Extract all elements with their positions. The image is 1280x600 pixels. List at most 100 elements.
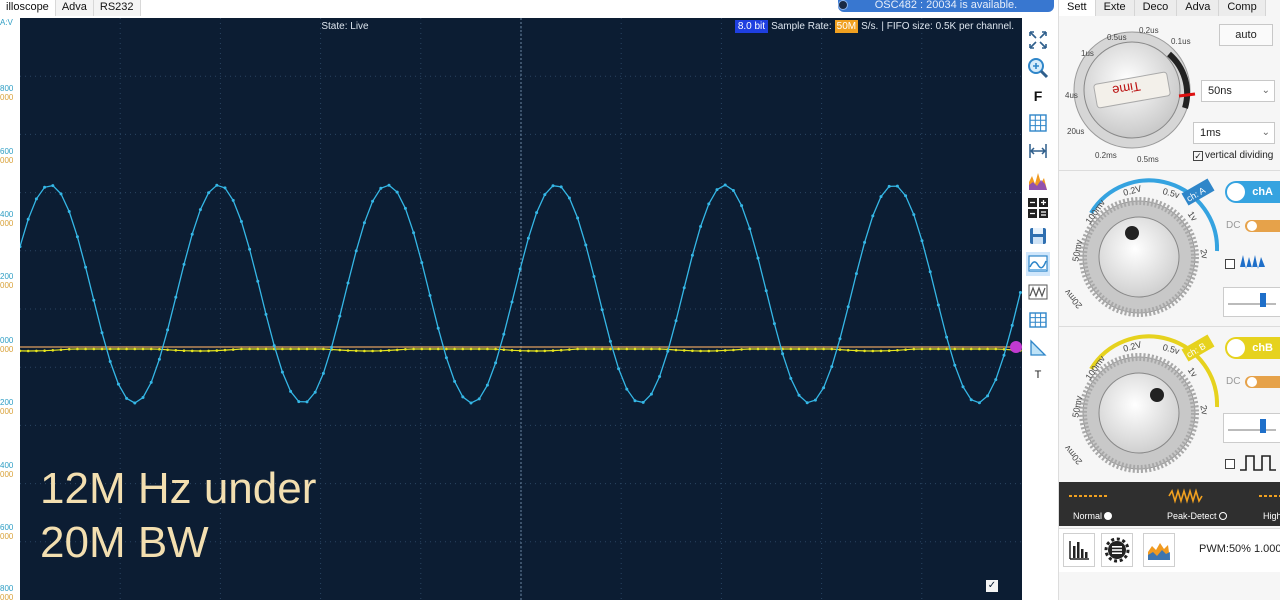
channel-a-sample (379, 186, 383, 190)
channel-a-sample (953, 363, 957, 367)
save-icon[interactable] (1026, 224, 1050, 248)
channel-b-sample (543, 349, 547, 353)
checkbox-checked-icon: ✓ (1193, 151, 1203, 161)
channel-a-sample (600, 308, 604, 312)
tab-advanced[interactable]: Adva (55, 0, 94, 16)
channel-b-offset-slider[interactable] (1223, 413, 1280, 443)
channel-a-sample (198, 208, 202, 212)
channel-a-sample (321, 371, 325, 375)
text-icon[interactable]: T (1026, 363, 1050, 387)
time-mark: 0.2ms (1095, 151, 1117, 160)
channel-a-coupling-toggle[interactable] (1245, 220, 1280, 232)
mode-high[interactable]: High (1263, 511, 1280, 521)
fit-icon[interactable] (1026, 28, 1050, 52)
channel-b-coupling-toggle[interactable] (1245, 376, 1280, 388)
zoom-icon[interactable] (1026, 56, 1050, 80)
time-mark: 20us (1067, 127, 1084, 136)
tab-oscilloscope[interactable]: illoscope (0, 0, 56, 16)
channel-b-dial[interactable]: ch: B 50mv 100mv 0.2V 0.5v 1v 2v 20mv (1059, 327, 1219, 479)
channel-b-sample (412, 347, 415, 351)
bottom-toolbar: PWM:50% 1.000 (1059, 528, 1280, 572)
channel-b-sample (904, 348, 907, 352)
annotation-overlay: 12M Hz under 20M BW (40, 462, 316, 570)
channel-a-sample (59, 192, 63, 196)
channel-b-sample (855, 349, 858, 352)
channel-a-sample (977, 401, 981, 405)
measure-icon[interactable] (1026, 139, 1050, 163)
channel-b-sample (43, 349, 46, 353)
auto-button[interactable]: auto (1219, 24, 1273, 46)
channel-a-offset-slider[interactable] (1223, 287, 1280, 317)
channel-a-sample (682, 286, 686, 290)
bar-chart-icon[interactable] (1063, 533, 1095, 567)
timebase-secondary-value: 1ms (1200, 127, 1221, 139)
scope-screen[interactable]: State: Live 8.0 bit Sample Rate: 50M S/s… (20, 18, 1022, 600)
tab-settings[interactable]: Sett (1059, 0, 1096, 16)
channel-b-sample (986, 347, 989, 351)
channel-a-sample (961, 385, 965, 389)
screen-checkbox[interactable]: ✓ (986, 580, 998, 592)
table-icon[interactable] (1026, 308, 1050, 332)
signal-waveform-icon[interactable] (1239, 251, 1267, 273)
volt-mark: 2v (1198, 404, 1210, 416)
channel-a-sample (838, 337, 842, 341)
channel-a-sample (674, 319, 678, 323)
channel-b-option-checkbox[interactable] (1225, 459, 1235, 469)
cursor-icon[interactable] (1026, 336, 1050, 360)
tab-external[interactable]: Exte (1095, 0, 1135, 16)
mode-peak-detect[interactable]: Peak-Detect (1167, 511, 1227, 521)
channel-a-sample (108, 360, 112, 363)
channel-b-sample (281, 347, 284, 351)
mode-normal-label: Normal (1073, 511, 1103, 521)
y-tick: 600 000 (0, 523, 14, 541)
settings-gear-icon[interactable] (1101, 533, 1133, 567)
channel-b-toggle[interactable]: chB (1225, 337, 1280, 359)
channel-a-sample (936, 303, 940, 307)
area-chart-icon[interactable] (1143, 533, 1175, 567)
channel-a-toggle[interactable]: chA (1225, 181, 1280, 203)
channel-b-sample (26, 349, 30, 353)
time-dial[interactable]: Time 0.5us 0.2us 0.1us 1us 4us 20us 0.2m… (1059, 16, 1199, 166)
display-icon[interactable] (1026, 252, 1050, 276)
channel-b-sample (699, 349, 702, 353)
tab-advanced-settings[interactable]: Adva (1177, 0, 1220, 16)
y-tick: 200 000 (0, 272, 14, 290)
wave-icon[interactable] (1026, 280, 1050, 304)
vertical-dividing-checkbox[interactable]: ✓ vertical dividing (1193, 150, 1273, 161)
timebase-secondary-select[interactable]: 1ms ⌄ (1193, 122, 1275, 144)
channel-b-sample (297, 347, 301, 351)
channel-b-sample (822, 347, 825, 351)
tab-component[interactable]: Comp (1219, 0, 1266, 16)
channel-a-option-checkbox[interactable] (1225, 259, 1235, 269)
channel-a-sample (813, 398, 817, 402)
channel-a-sample (248, 247, 252, 251)
channel-a-sample (945, 335, 949, 339)
mode-normal[interactable]: Normal (1073, 511, 1113, 521)
tab-decode[interactable]: Deco (1134, 0, 1178, 16)
f-icon[interactable]: F (1026, 84, 1050, 108)
channel-a-label: chA (1252, 186, 1273, 198)
square-wave-icon[interactable] (1239, 453, 1279, 473)
grid-icon[interactable] (1026, 111, 1050, 135)
channel-b-sample (190, 349, 194, 353)
channel-b-sample (379, 349, 383, 353)
spectrum-icon[interactable] (1026, 169, 1050, 193)
channel-b-sample (961, 347, 965, 351)
annotation-line-1: 12M Hz under (40, 464, 317, 513)
y-axis-unit: A:V (0, 18, 13, 27)
channel-a-sample (116, 382, 120, 386)
channel-a-sample (92, 298, 96, 302)
math-icon[interactable] (1026, 196, 1050, 220)
update-notice[interactable]: OSC482 : 20034 is available. (838, 0, 1054, 12)
channel-a-sample (904, 194, 908, 198)
channel-b-sample (256, 347, 260, 351)
channel-b-sample (617, 347, 620, 351)
channel-b-sample (994, 347, 998, 351)
channel-a-dial[interactable]: ch: A 50mv 100mv 0.2V 0.5v 1v 2v 20mv (1059, 171, 1219, 323)
channel-b-sample (486, 347, 489, 351)
radio-selected-icon (1104, 512, 1113, 520)
channel-a-sample (879, 195, 883, 199)
tab-rs232[interactable]: RS232 (93, 0, 141, 16)
channel-a-sample (26, 217, 30, 221)
timebase-select[interactable]: 50ns ⌄ (1201, 80, 1275, 102)
